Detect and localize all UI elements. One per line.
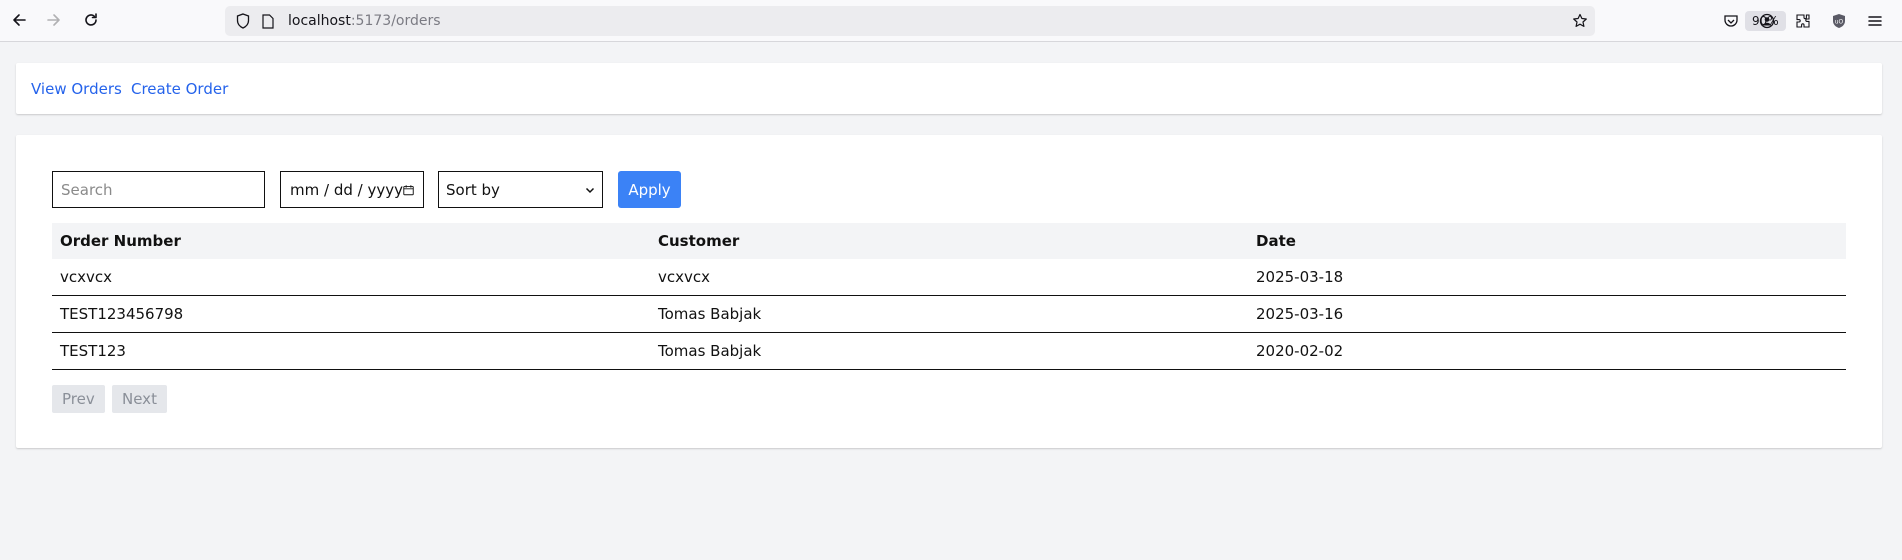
menu-icon[interactable] [1864,10,1886,32]
date-cell: 2020-02-02 [1256,342,1344,360]
order-number-cell: TEST123456798 [60,305,184,323]
customer-cell: Tomas Babjak [658,342,762,360]
date-filter-input[interactable]: mm / dd / yyyy [280,171,424,208]
chevron-down-icon [585,187,595,193]
calendar-icon[interactable] [403,183,414,197]
apply-button[interactable]: Apply [618,171,681,208]
url-text[interactable]: localhost:5173/orders [288,13,441,29]
table-row[interactable]: TEST123456798 Tomas Babjak 2025-03-16 [52,296,1846,333]
bookmark-star-icon[interactable] [1569,10,1591,32]
sort-select-value: Sort by [446,180,500,199]
arrow-left-icon [13,14,26,26]
url-path: :5173/orders [350,13,441,29]
url-host: localhost [288,13,351,29]
reload-icon [85,13,97,26]
order-number-cell: TEST123 [60,342,126,360]
table-row[interactable]: vcxvcx vcxvcx 2025-03-18 [52,259,1846,296]
ublock-shield-icon[interactable]: uO [1828,10,1850,32]
page-icon [257,10,279,32]
extensions-icon[interactable] [1792,10,1814,32]
reload-button[interactable] [80,9,102,31]
search-input[interactable] [52,171,265,208]
account-icon[interactable] [1756,10,1778,32]
svg-text:uO: uO [1835,19,1844,26]
orders-panel: mm / dd / yyyy Sort by Apply Order Numbe… [16,135,1882,448]
browser-toolbar: localhost:5173/orders 90% uO [0,0,1902,42]
table-row[interactable]: TEST123 Tomas Babjak 2020-02-02 [52,333,1846,370]
pocket-icon[interactable] [1720,10,1742,32]
header-customer: Customer [658,232,740,250]
back-button[interactable] [8,9,30,31]
date-placeholder: mm / dd / yyyy [290,180,403,199]
table-header: Order Number Customer Date [52,223,1846,259]
order-number-cell: vcxvcx [60,268,113,286]
date-cell: 2025-03-18 [1256,268,1344,286]
view-orders-link[interactable]: View Orders [31,80,122,98]
date-cell: 2025-03-16 [1256,305,1344,323]
customer-cell: Tomas Babjak [658,305,762,323]
orders-table: Order Number Customer Date vcxvcx vcxvcx… [52,223,1846,370]
arrow-right-icon [47,14,60,26]
app-nav: View Orders Create Order [16,63,1882,114]
prev-page-button[interactable]: Prev [52,385,105,413]
header-order-number: Order Number [60,232,181,250]
sort-select[interactable]: Sort by [438,171,603,208]
shield-icon[interactable] [232,10,254,32]
forward-button[interactable] [43,9,65,31]
create-order-link[interactable]: Create Order [131,80,228,98]
header-date: Date [1256,232,1296,250]
customer-cell: vcxvcx [658,268,711,286]
next-page-button[interactable]: Next [112,385,167,413]
url-bar[interactable]: localhost:5173/orders 90% [225,6,1786,36]
